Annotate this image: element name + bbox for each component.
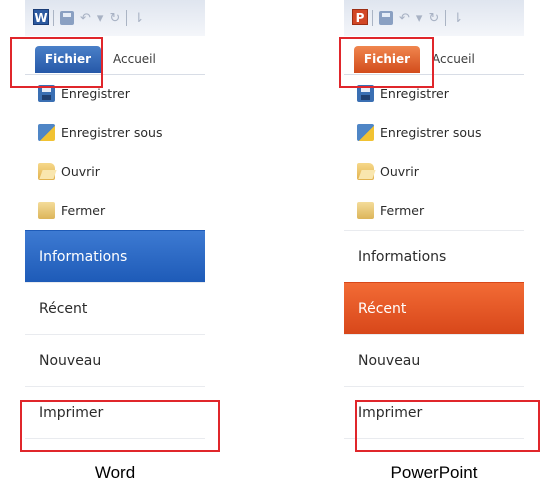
save-label: Enregistrer xyxy=(61,86,130,101)
caption-powerpoint: PowerPoint xyxy=(390,463,478,482)
backstage-menu: Enregistrer Enregistrer sous Ouvrir Ferm… xyxy=(344,74,524,439)
dropdown-arrow-icon[interactable]: ▾ xyxy=(97,11,104,26)
save-icon[interactable] xyxy=(60,11,74,25)
powerpoint-backstage-panel: P ↶ ▾ ↻ ⇂ Fichier Accueil Enregistrer En… xyxy=(344,0,524,450)
backstage-menu: Enregistrer Enregistrer sous Ouvrir Ferm… xyxy=(25,74,205,439)
close-command[interactable]: Fermer xyxy=(25,191,205,230)
close-folder-icon xyxy=(38,202,55,219)
close-label: Fermer xyxy=(61,203,106,218)
close-folder-icon xyxy=(357,202,374,219)
save-as-label: Enregistrer sous xyxy=(61,125,163,140)
customize-toolbar-icon[interactable]: ⇂ xyxy=(452,11,463,26)
customize-toolbar-icon[interactable]: ⇂ xyxy=(133,11,144,26)
caption-word: Word xyxy=(94,463,136,482)
save-label: Enregistrer xyxy=(380,86,449,101)
close-label: Fermer xyxy=(380,203,425,218)
section-info[interactable]: Informations xyxy=(344,230,524,282)
tab-file[interactable]: Fichier xyxy=(35,46,101,73)
section-print[interactable]: Imprimer xyxy=(25,386,205,439)
save-as-command[interactable]: Enregistrer sous xyxy=(25,113,205,152)
save-command[interactable]: Enregistrer xyxy=(25,74,205,113)
open-command[interactable]: Ouvrir xyxy=(25,152,205,191)
open-label: Ouvrir xyxy=(61,164,100,179)
save-as-label: Enregistrer sous xyxy=(380,125,482,140)
powerpoint-app-icon[interactable]: P xyxy=(352,9,368,25)
undo-icon[interactable]: ↶ xyxy=(80,11,91,26)
word-app-icon[interactable]: W xyxy=(33,9,49,25)
toolbar-separator xyxy=(126,10,128,26)
section-info[interactable]: Informations xyxy=(25,230,205,282)
redo-icon[interactable]: ↻ xyxy=(109,11,120,26)
save-as-icon xyxy=(357,124,374,141)
save-icon[interactable] xyxy=(379,11,393,25)
section-recent[interactable]: Récent xyxy=(25,282,205,334)
toolbar-separator xyxy=(445,10,447,26)
dropdown-arrow-icon[interactable]: ▾ xyxy=(416,11,423,26)
open-folder-icon xyxy=(38,163,55,180)
tab-file[interactable]: Fichier xyxy=(354,46,420,73)
ribbon-tab-bar: Fichier Accueil xyxy=(25,36,205,75)
quick-access-toolbar: P ↶ ▾ ↻ ⇂ xyxy=(344,0,524,37)
save-as-command[interactable]: Enregistrer sous xyxy=(344,113,524,152)
redo-icon[interactable]: ↻ xyxy=(428,11,439,26)
undo-icon[interactable]: ↶ xyxy=(399,11,410,26)
open-label: Ouvrir xyxy=(380,164,419,179)
save-as-icon xyxy=(38,124,55,141)
toolbar-separator xyxy=(372,10,373,26)
word-backstage-panel: W ↶ ▾ ↻ ⇂ Fichier Accueil Enregistrer En… xyxy=(25,0,205,450)
section-new[interactable]: Nouveau xyxy=(25,334,205,386)
save-icon xyxy=(357,85,374,102)
quick-access-toolbar: W ↶ ▾ ↻ ⇂ xyxy=(25,0,205,37)
open-folder-icon xyxy=(357,163,374,180)
ribbon-tab-bar: Fichier Accueil xyxy=(344,36,524,75)
section-recent[interactable]: Récent xyxy=(344,282,524,334)
close-command[interactable]: Fermer xyxy=(344,191,524,230)
tab-home[interactable]: Accueil xyxy=(432,46,475,73)
save-command[interactable]: Enregistrer xyxy=(344,74,524,113)
tab-home[interactable]: Accueil xyxy=(113,46,156,73)
save-icon xyxy=(38,85,55,102)
open-command[interactable]: Ouvrir xyxy=(344,152,524,191)
section-print[interactable]: Imprimer xyxy=(344,386,524,439)
toolbar-separator xyxy=(53,10,54,26)
section-new[interactable]: Nouveau xyxy=(344,334,524,386)
